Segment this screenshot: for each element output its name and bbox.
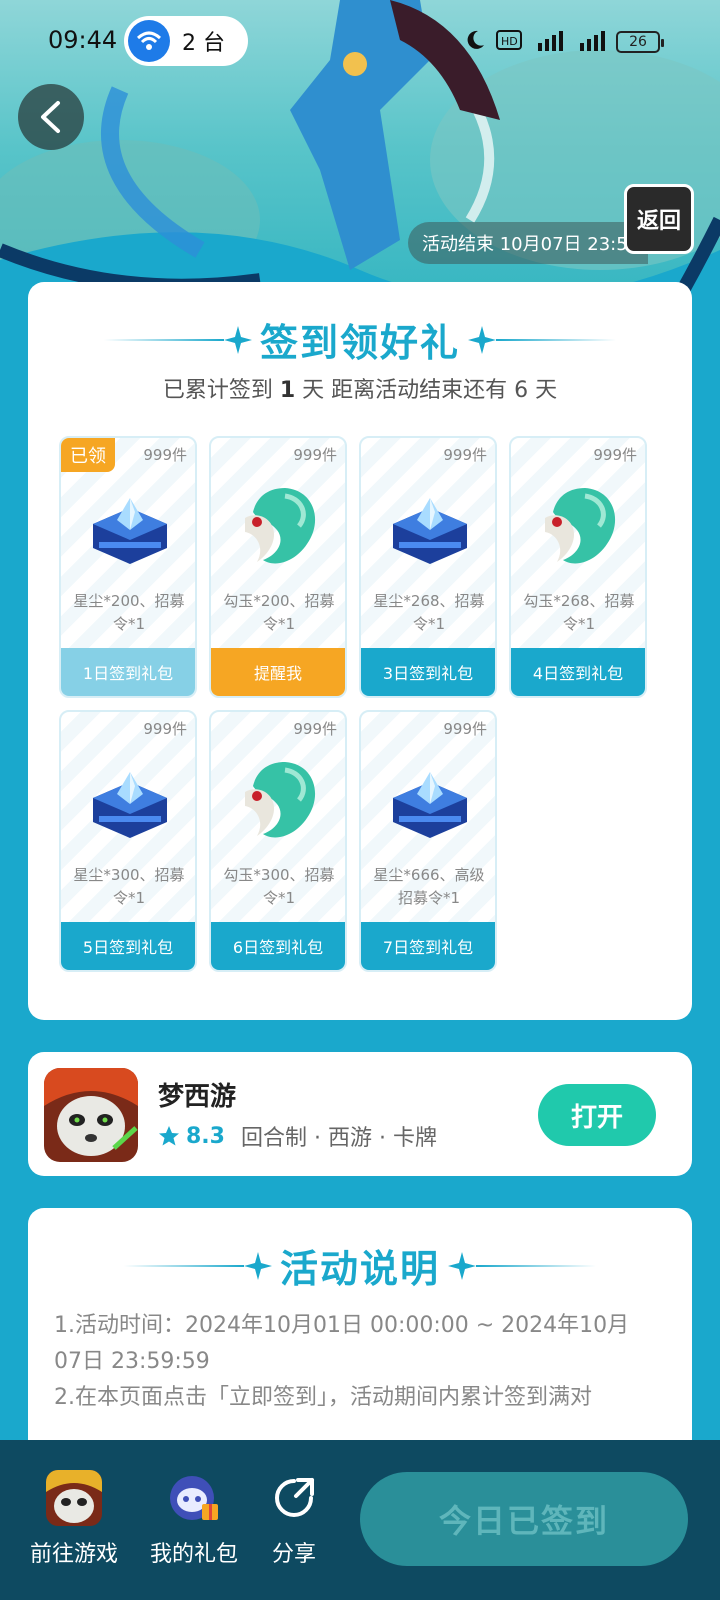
open-label: 打开 — [570, 1102, 623, 1133]
hotspot-count: 2 台 — [182, 31, 225, 56]
rules-line-1: 1.活动时间：2024年10月01日 00:00:00 ~ 2024年10月07… — [54, 1313, 630, 1374]
reward-tile: 已领 999件星尘*200、招募令*1 1日签到礼包 — [59, 436, 197, 698]
signed-today-button[interactable]: 今日已签到 — [360, 1472, 688, 1566]
share-button[interactable]: 分享 — [266, 1470, 322, 1568]
signed-today-label: 今日已签到 — [438, 1502, 609, 1540]
reward-description: 勾玉*300、招募令*1 — [223, 866, 335, 907]
gift-robot-icon — [166, 1470, 222, 1526]
signal-5g-icon — [532, 29, 564, 55]
reward-description: 勾玉*268、招募令*1 — [523, 592, 635, 633]
reward-tile: 999件星尘*666、高级招募令*1 7日签到礼包 — [359, 710, 497, 972]
reward-stock: 999件 — [143, 446, 187, 464]
go-to-game-label: 前往游戏 — [30, 1542, 119, 1567]
reward-tile: 999件勾玉*200、招募令*1 提醒我 — [209, 436, 347, 698]
reward-description: 星尘*666、高级招募令*1 — [373, 866, 485, 907]
hd-icon: HD — [496, 29, 522, 55]
signin-title-text: 签到领好礼 — [259, 321, 460, 365]
title-line-left — [123, 1264, 244, 1267]
summary-prefix: 已累计签到 — [162, 378, 273, 403]
svg-text:HD: HD — [501, 35, 518, 48]
game-rating: 8.3 — [186, 1123, 225, 1149]
reward-tile: 999件勾玉*268、招募令*1 4日签到礼包 — [509, 436, 647, 698]
signin-summary: 已累计签到 1 天 距离活动结束还有 6 天 — [0, 372, 720, 404]
reward-tile: 999件勾玉*300、招募令*1 6日签到礼包 — [209, 710, 347, 972]
moon-icon — [464, 29, 486, 55]
hotspot-indicator[interactable]: 2 台 — [124, 16, 248, 66]
status-indicators: HD 26 — [464, 28, 664, 56]
game-shortcut-icon — [46, 1470, 102, 1526]
day-gift-button[interactable]: 6日签到礼包 — [211, 922, 345, 970]
game-icon — [44, 1068, 138, 1162]
open-game-button[interactable]: 打开 — [538, 1084, 656, 1146]
day-gift-button[interactable]: 1日签到礼包 — [61, 648, 195, 696]
rules-title-text: 活动说明 — [279, 1247, 440, 1291]
reward-stock: 999件 — [593, 446, 637, 464]
rules-line-2: 2.在本页面点击「立即签到」，活动期间内累计签到满对 — [54, 1385, 592, 1410]
reward-tile: 999件星尘*268、招募令*1 3日签到礼包 — [359, 436, 497, 698]
rules-title: 活动说明 — [28, 1238, 692, 1293]
reward-description: 勾玉*200、招募令*1 — [223, 592, 335, 633]
jade-magatama-icon — [535, 482, 625, 572]
jade-magatama-icon — [235, 482, 325, 572]
reward-tile: 999件星尘*300、招募令*1 5日签到礼包 — [59, 710, 197, 972]
reward-stock: 999件 — [443, 720, 487, 738]
battery-level: 26 — [629, 34, 647, 50]
signin-title: 签到领好礼 — [0, 312, 720, 367]
return-button[interactable]: 返回 — [624, 184, 694, 254]
reward-stock: 999件 — [143, 720, 187, 738]
hero-banner: 09:44 2 台 HD 26 活动结束 10月07日 23:59 — [0, 0, 720, 330]
game-tags: 回合制 · 西游 · 卡牌 — [240, 1126, 437, 1151]
reward-description: 星尘*200、招募令*1 — [73, 592, 185, 633]
star-icon — [159, 1126, 179, 1146]
chevron-left-icon — [41, 101, 60, 133]
wifi-hotspot-icon — [128, 20, 170, 62]
my-gifts-button[interactable]: 我的礼包 — [150, 1470, 238, 1568]
jade-magatama-icon — [235, 756, 325, 846]
battery-icon: 26 — [616, 31, 664, 53]
reward-stock: 999件 — [443, 446, 487, 464]
game-name: 梦西游 — [158, 1082, 237, 1112]
summary-days: 1 — [279, 378, 296, 403]
my-gifts-label: 我的礼包 — [150, 1542, 239, 1567]
return-label: 返回 — [636, 209, 681, 234]
status-time: 09:44 — [48, 26, 118, 54]
day-gift-button[interactable]: 5日签到礼包 — [61, 922, 195, 970]
bottom-bar: 前往游戏 我的礼包 分享 今日已签到 — [0, 1440, 720, 1600]
game-meta: 8.3 回合制 · 西游 · 卡牌 — [158, 1120, 437, 1152]
title-line-right — [476, 1264, 596, 1267]
reward-stock: 999件 — [293, 446, 337, 464]
stardust-chest-icon — [85, 756, 175, 846]
signal-5g-second-icon — [574, 29, 606, 55]
stardust-chest-icon — [85, 482, 175, 572]
remind-me-button[interactable]: 提醒我 — [211, 648, 345, 696]
day-gift-button[interactable]: 4日签到礼包 — [511, 648, 645, 696]
sparkle-icon — [448, 1251, 476, 1280]
title-line-right — [496, 338, 616, 341]
activity-end-time: 活动结束 10月07日 23:59 — [408, 222, 648, 264]
sparkle-icon — [468, 325, 496, 354]
sparkle-icon — [223, 325, 252, 354]
status-bar: 09:44 2 台 HD 26 — [0, 0, 720, 82]
share-label: 分享 — [271, 1542, 316, 1567]
stardust-chest-icon — [385, 482, 475, 572]
share-icon — [266, 1470, 322, 1526]
title-line-left — [103, 338, 224, 341]
activity-end-text: 活动结束 10月07日 23:59 — [422, 234, 640, 255]
day-gift-button[interactable]: 7日签到礼包 — [361, 922, 495, 970]
rules-text: 1.活动时间：2024年10月01日 00:00:00 ~ 2024年10月07… — [54, 1308, 654, 1416]
back-button[interactable] — [18, 84, 84, 150]
reward-description: 星尘*268、招募令*1 — [373, 592, 485, 633]
day-gift-button[interactable]: 3日签到礼包 — [361, 648, 495, 696]
game-card[interactable]: 梦西游 8.3 回合制 · 西游 · 卡牌 打开 — [28, 1052, 692, 1176]
rules-card: 活动说明 1.活动时间：2024年10月01日 00:00:00 ~ 2024年… — [28, 1208, 692, 1468]
stardust-chest-icon — [385, 756, 475, 846]
go-to-game-button[interactable]: 前往游戏 — [30, 1470, 118, 1568]
reward-stock: 999件 — [293, 720, 337, 738]
claimed-badge: 已领 — [61, 438, 115, 472]
reward-description: 星尘*300、招募令*1 — [73, 866, 185, 907]
summary-suffix: 天 距离活动结束还有 6 天 — [302, 378, 558, 403]
sparkle-icon — [243, 1251, 272, 1280]
